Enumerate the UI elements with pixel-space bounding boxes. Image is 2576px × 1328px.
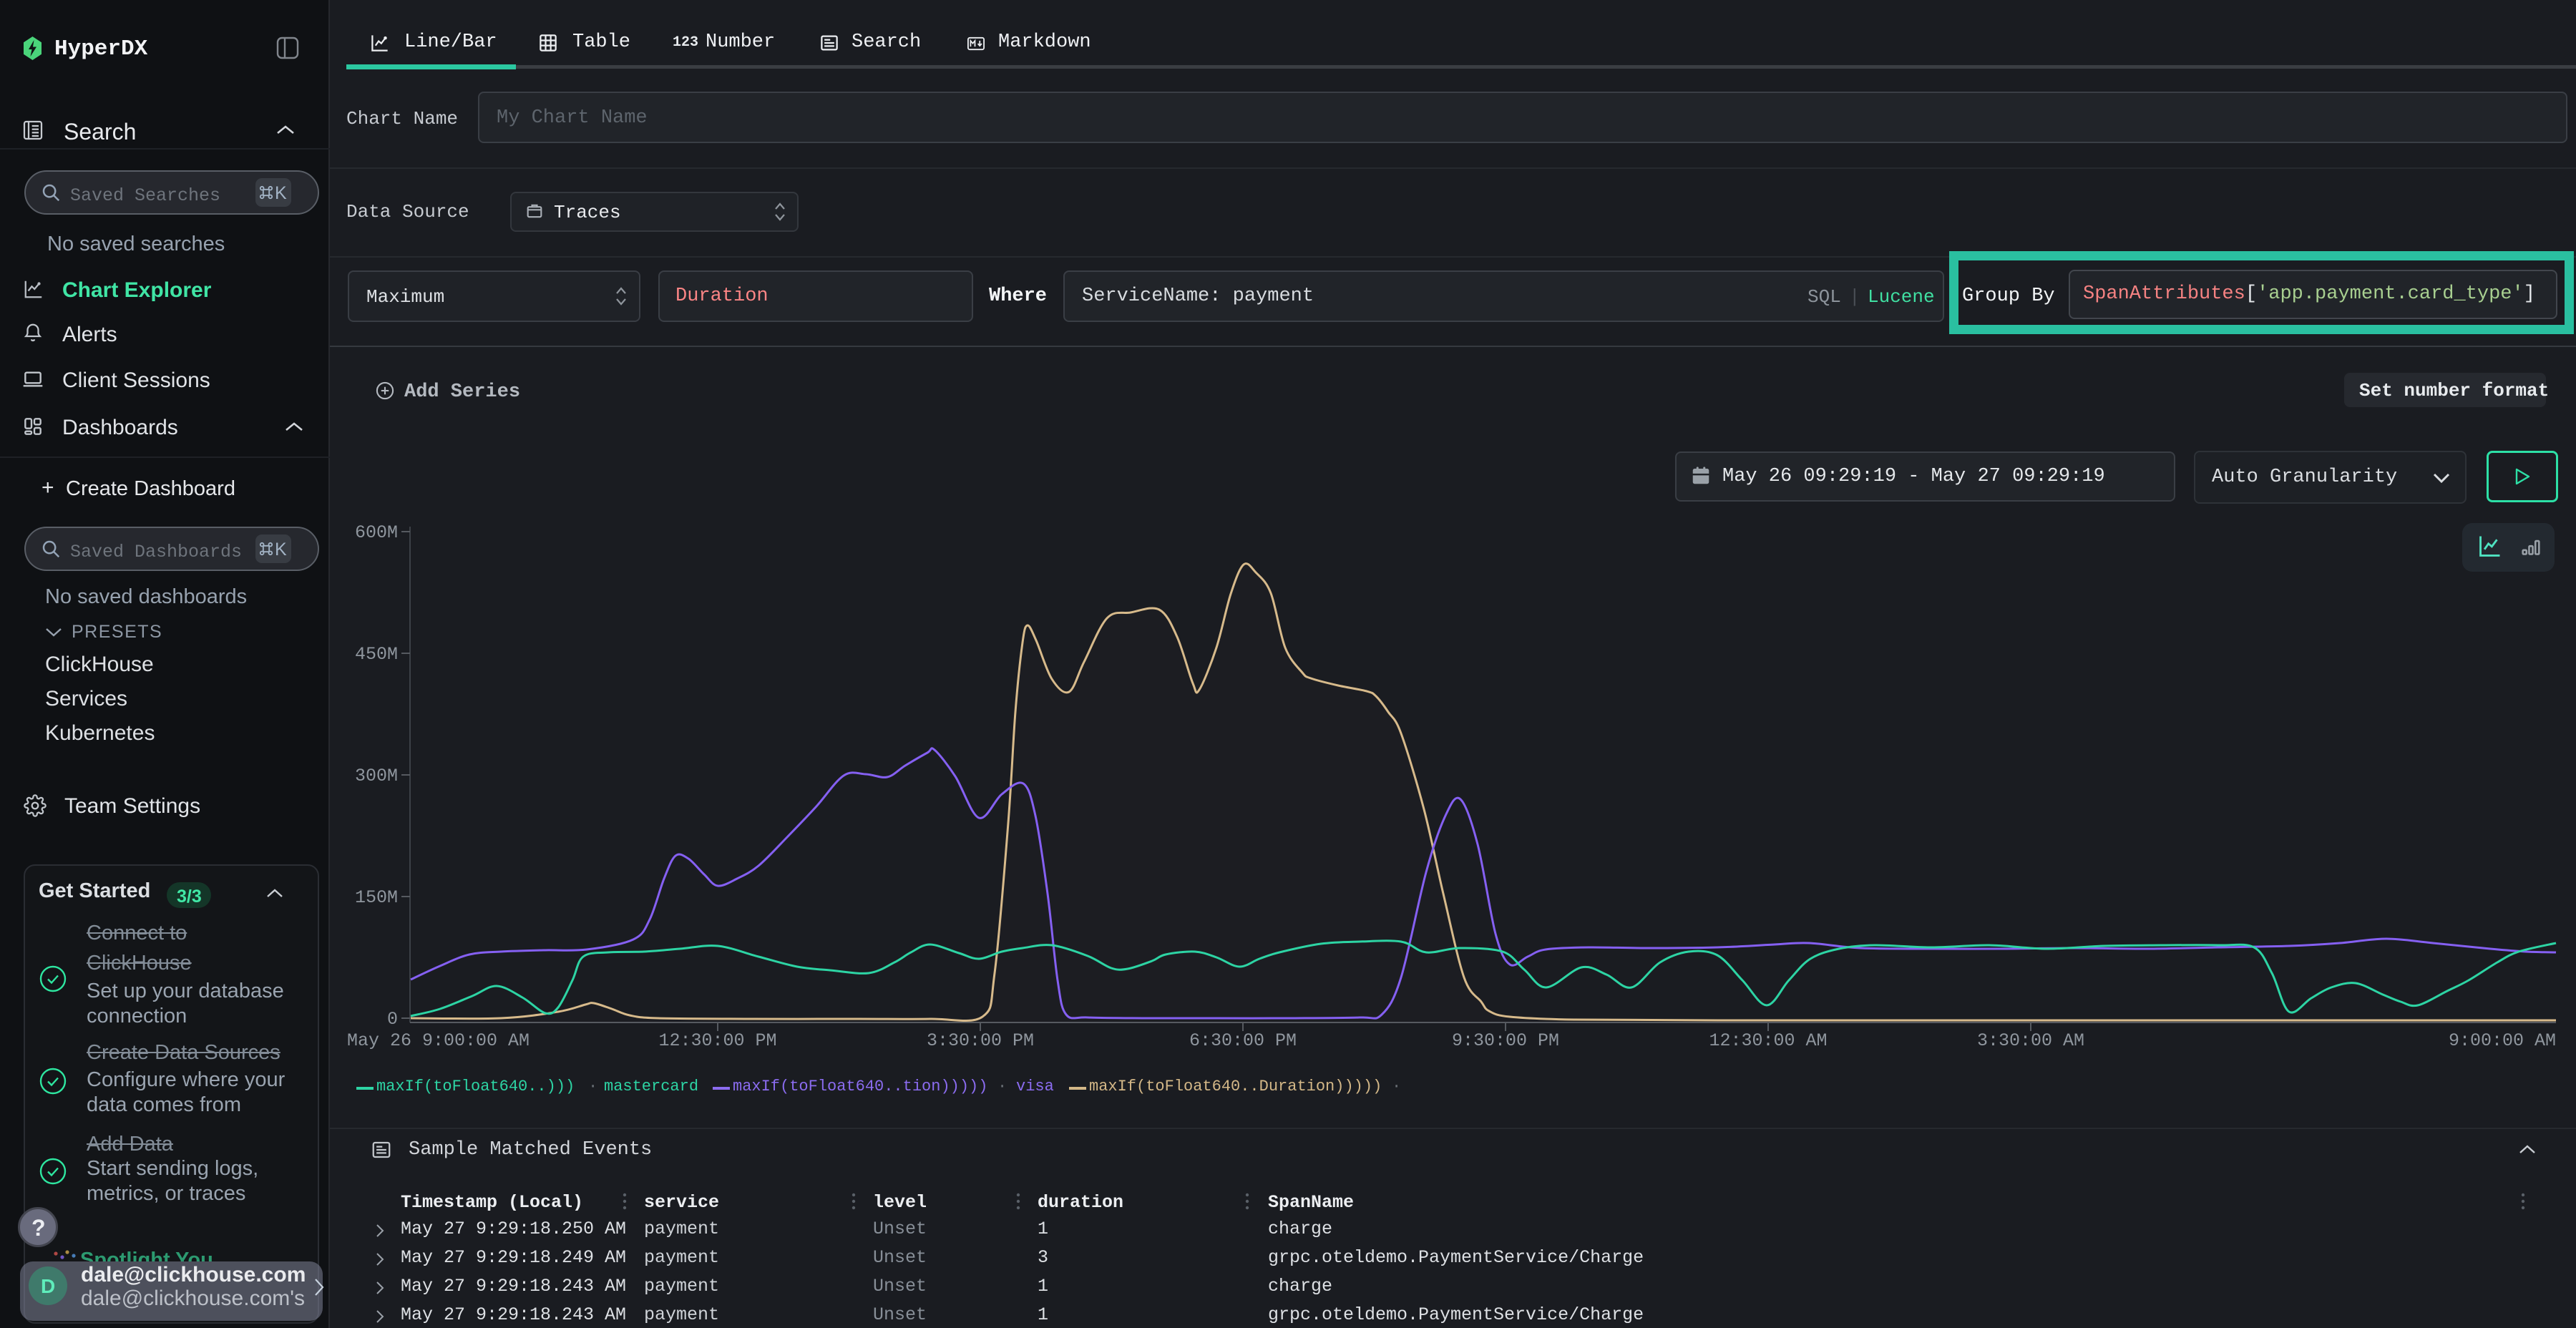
svg-text:12:30:00 AM: 12:30:00 AM [1709, 1030, 1827, 1051]
svg-text:0: 0 [387, 1009, 398, 1030]
svg-text:May 26 9:00:00 AM: May 26 9:00:00 AM [347, 1030, 530, 1051]
svg-text:600M: 600M [355, 522, 398, 543]
svg-text:3:30:00 AM: 3:30:00 AM [1977, 1030, 2084, 1051]
svg-text:450M: 450M [355, 644, 398, 665]
svg-text:150M: 150M [355, 887, 398, 908]
svg-text:9:00:00 AM: 9:00:00 AM [2449, 1030, 2556, 1051]
svg-text:6:30:00 PM: 6:30:00 PM [1189, 1030, 1297, 1051]
svg-text:12:30:00 PM: 12:30:00 PM [658, 1030, 776, 1051]
svg-text:9:30:00 PM: 9:30:00 PM [1452, 1030, 1559, 1051]
svg-text:3:30:00 PM: 3:30:00 PM [927, 1030, 1034, 1051]
svg-text:300M: 300M [355, 766, 398, 786]
